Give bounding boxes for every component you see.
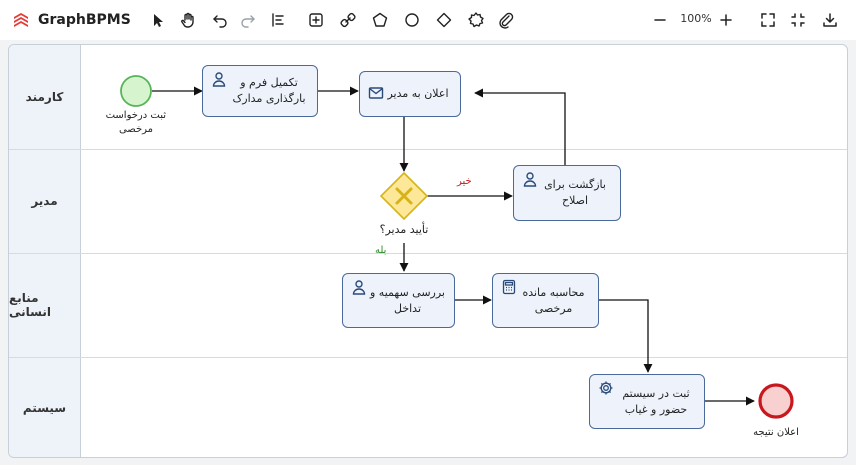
circle-icon [405, 13, 419, 27]
hand-tool-button[interactable] [176, 8, 200, 32]
download-button[interactable] [818, 8, 842, 32]
task-label-line: محاسبه مانده [522, 285, 585, 299]
task-label: تکمیل فرم و بارگذاری مدارک [232, 75, 305, 107]
plus-icon [720, 14, 732, 26]
task-label-line: ثبت در سیستم [622, 386, 690, 400]
task-label-line: بازگشت برای [544, 178, 606, 192]
task-fill-form[interactable]: تکمیل فرم و بارگذاری مدارک [202, 65, 318, 117]
gear-outline-icon [468, 12, 484, 28]
no-flow-label: خیر [457, 176, 472, 187]
flow-calc-to-record[interactable] [599, 299, 653, 373]
diagram-canvas[interactable]: کارمند مدیر منابع انسانی سیستم ثبت درخوا… [8, 44, 848, 458]
exclusive-gateway[interactable] [379, 171, 429, 221]
connector-tool-button[interactable] [336, 8, 360, 32]
fit-screen-icon [761, 13, 775, 27]
task-label-line: بارگذاری مدارک [232, 92, 306, 105]
graphbpms-logo-icon [14, 13, 28, 27]
caption-line: ثبت درخواست [105, 110, 166, 121]
insert-task-button[interactable] [304, 8, 328, 32]
user-icon [352, 280, 366, 295]
gateway-caption: تأیید مدیر؟ [379, 223, 429, 236]
download-icon [823, 13, 837, 27]
task-label: ثبت در سیستم حضور و غیاب [622, 386, 689, 418]
fit-to-screen-button[interactable] [756, 8, 780, 32]
flow-return-to-notify[interactable] [474, 88, 566, 165]
undo-icon [213, 15, 227, 28]
task-calc-balance[interactable]: محاسبه مانده مرخصی [492, 273, 599, 328]
fullscreen-icon [791, 13, 805, 27]
task-record-system[interactable]: ثبت در سیستم حضور و غیاب [589, 374, 705, 429]
user-icon [212, 72, 226, 87]
user-icon [523, 172, 537, 187]
task-check-quota[interactable]: بررسی سهمیه و تداخل [342, 273, 455, 328]
diamond-shape-button[interactable] [432, 8, 456, 32]
calculator-icon [502, 279, 516, 295]
diamond-icon [436, 12, 452, 28]
redo-icon [241, 15, 255, 28]
task-label-line: بررسی سهمیه و [370, 285, 445, 299]
end-event-caption: اعلان نتیجه [753, 427, 799, 438]
task-label: بررسی سهمیه و تداخل [370, 285, 445, 317]
link-icon [340, 12, 356, 28]
brand: GraphBPMS [12, 8, 131, 32]
task-notify-manager[interactable]: اعلان به مدیر [359, 71, 461, 117]
zoom-level: 100% [680, 12, 712, 25]
app-title: GraphBPMS [38, 12, 131, 28]
task-label-line: تداخل [393, 301, 422, 315]
attachment-icon [499, 12, 514, 29]
align-icon [272, 13, 284, 27]
fullscreen-button[interactable] [786, 8, 810, 32]
task-label: اعلان به مدیر [387, 86, 448, 102]
task-label-line: حضور و غیاب [624, 402, 688, 416]
badge-shape-button[interactable] [464, 8, 488, 32]
toolbar: GraphBPMS 100% [0, 0, 856, 40]
task-label-line: تکمیل فرم و [240, 76, 298, 90]
task-label-line: اعلان به مدیر [387, 87, 449, 101]
task-label: محاسبه مانده مرخصی [522, 285, 584, 317]
align-tool-button[interactable] [266, 8, 290, 32]
caption-line: مرخصی [118, 124, 154, 135]
attachment-button[interactable] [494, 8, 518, 32]
pentagon-shape-button[interactable] [368, 8, 392, 32]
circle-shape-button[interactable] [400, 8, 424, 32]
task-return-fix[interactable]: بازگشت برای اصلاح [513, 165, 621, 221]
redo-button[interactable] [236, 8, 260, 32]
end-event[interactable] [758, 383, 794, 419]
hand-icon [181, 12, 194, 28]
task-label-line: مرخصی [534, 301, 573, 315]
cursor-icon [154, 14, 163, 27]
task-label-line: اصلاح [561, 194, 589, 207]
start-event[interactable] [120, 75, 152, 107]
yes-flow-label: بله [375, 245, 387, 256]
task-label: بازگشت برای اصلاح [544, 177, 606, 209]
zoom-out-button[interactable] [648, 8, 672, 32]
task-add-icon [309, 13, 323, 27]
envelope-icon [368, 87, 384, 99]
pentagon-icon [372, 12, 388, 27]
undo-button[interactable] [208, 8, 232, 32]
gear-icon [599, 381, 613, 395]
zoom-in-button[interactable] [714, 8, 738, 32]
start-event-caption: ثبت درخواست مرخصی [106, 109, 166, 137]
minus-icon [654, 19, 666, 21]
select-tool-button[interactable] [146, 8, 170, 32]
